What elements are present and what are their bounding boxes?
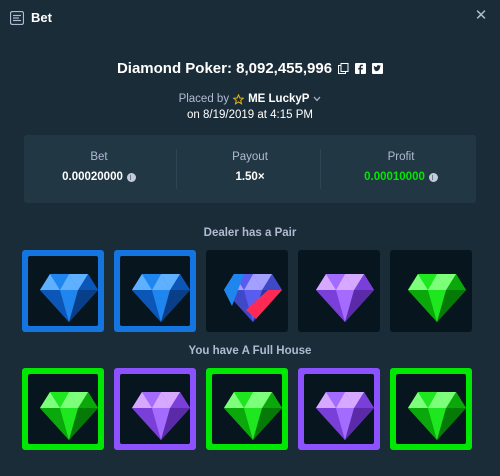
game-title: Diamond Poker: 8,092,455,996	[116, 60, 333, 77]
currency-coin-icon	[428, 172, 438, 182]
username-link[interactable]: ME LuckyP	[248, 93, 309, 105]
gem-card-face	[304, 374, 374, 444]
bet-stats-panel: Bet 0.00020000 Payout 1.50× Profit 0.000…	[24, 135, 476, 203]
green-gem-icon	[408, 274, 466, 322]
gem-card-face	[212, 374, 282, 444]
modal-header: Bet ✕	[0, 0, 500, 36]
gem-card-face	[396, 374, 466, 444]
tricolor-gem-icon	[224, 274, 282, 322]
player-hand-label: You have A Full House	[188, 345, 312, 357]
gem-card-face	[28, 256, 98, 326]
placed-by-label: Placed by	[178, 93, 230, 105]
green-gem-icon	[40, 392, 98, 440]
gem-card	[22, 368, 104, 450]
dealer-hand-label: Dealer has a Pair	[203, 227, 297, 239]
profit-stat: Profit 0.00010000	[326, 135, 476, 203]
chevron-down-icon[interactable]	[313, 96, 321, 102]
payout-label: Payout	[232, 151, 268, 163]
copy-icon[interactable]	[338, 63, 349, 74]
bet-label: Bet	[90, 151, 108, 163]
blue-gem-icon	[40, 274, 98, 322]
bet-date: on 8/19/2019 at 4:15 PM	[187, 109, 313, 121]
payout-value: 1.50×	[235, 171, 265, 183]
gem-card-face	[120, 256, 190, 326]
purple-gem-icon	[316, 392, 374, 440]
gem-card	[390, 250, 472, 332]
gem-card	[114, 368, 196, 450]
gem-card	[390, 368, 472, 450]
star-icon	[233, 93, 245, 105]
payout-stat: Payout 1.50×	[175, 135, 325, 203]
game-title-row: Diamond Poker: 8,092,455,996	[0, 60, 500, 80]
gem-card-face	[212, 256, 282, 326]
bet-icon	[10, 11, 24, 25]
gem-card	[22, 250, 104, 332]
gem-card	[114, 250, 196, 332]
gem-card	[298, 250, 380, 332]
currency-coin-icon	[126, 172, 136, 182]
bet-stat: Bet 0.00020000	[24, 135, 174, 203]
green-gem-icon	[224, 392, 282, 440]
divider	[320, 149, 321, 189]
twitter-icon[interactable]	[372, 63, 384, 74]
placed-by-row: Placed by ME LuckyP	[0, 93, 500, 105]
gem-card-face	[396, 256, 466, 326]
gem-card-face	[304, 256, 374, 326]
green-gem-icon	[408, 392, 466, 440]
profit-value: 0.00010000	[364, 171, 425, 183]
gem-card-face	[120, 374, 190, 444]
close-icon[interactable]: ✕	[474, 8, 488, 23]
gem-card	[206, 368, 288, 450]
facebook-icon[interactable]	[355, 63, 367, 74]
gem-card-face	[28, 374, 98, 444]
gem-card	[298, 368, 380, 450]
purple-gem-icon	[132, 392, 190, 440]
purple-gem-icon	[316, 274, 374, 322]
bet-value-row: 0.00020000	[24, 171, 174, 183]
modal-title: Bet	[31, 10, 52, 25]
profit-value-row: 0.00010000	[326, 171, 476, 183]
blue-gem-icon	[132, 274, 190, 322]
gem-card	[206, 250, 288, 332]
profit-label: Profit	[387, 151, 415, 163]
bet-value: 0.00020000	[62, 171, 123, 183]
